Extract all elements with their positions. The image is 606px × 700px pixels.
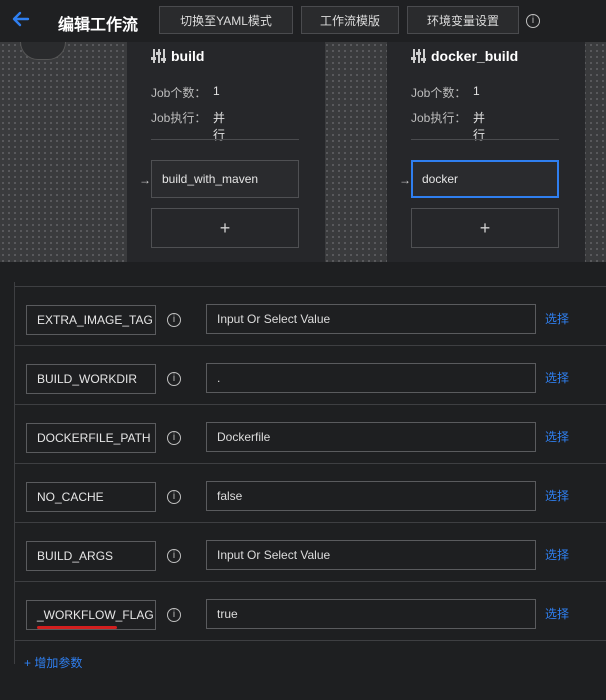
job-card-docker-build[interactable]: docker_build Job个数： 1 Job执行： 并行 → docker +: [387, 42, 585, 262]
param-name-field[interactable]: DOCKERFILE_PATH: [26, 423, 156, 453]
info-icon[interactable]: i: [167, 313, 181, 327]
select-link[interactable]: 选择: [545, 310, 569, 327]
param-value-input[interactable]: true: [206, 599, 536, 629]
job-count: Job个数： 1: [411, 84, 480, 100]
param-value-input[interactable]: Dockerfile: [206, 422, 536, 452]
param-value-input[interactable]: Input Or Select Value: [206, 304, 536, 334]
settings-sliders-icon: [411, 49, 427, 63]
job-title: build: [151, 48, 204, 64]
param-row: NO_CACHE i false 选择: [15, 463, 606, 523]
info-icon[interactable]: i: [526, 14, 540, 28]
info-icon[interactable]: i: [167, 490, 181, 504]
param-name-field[interactable]: BUILD_WORKDIR: [26, 364, 156, 394]
step-build-with-maven[interactable]: build_with_maven: [151, 160, 299, 198]
workflow-template-button[interactable]: 工作流模版: [301, 6, 399, 34]
env-vars-button[interactable]: 环境变量设置: [407, 6, 519, 34]
add-step-button[interactable]: +: [411, 208, 559, 248]
job-title: docker_build: [411, 48, 518, 64]
step-docker[interactable]: docker: [411, 160, 559, 198]
param-row-divider: [15, 640, 606, 700]
settings-sliders-icon: [151, 49, 167, 63]
param-name-field[interactable]: EXTRA_IMAGE_TAG: [26, 305, 156, 335]
param-value-input[interactable]: false: [206, 481, 536, 511]
divider: [411, 139, 559, 140]
top-bar: 编辑工作流 切换至YAML模式 工作流模版 环境变量设置 i: [0, 0, 606, 42]
job-exec: Job执行： 并行: [411, 111, 486, 142]
param-row: BUILD_ARGS i Input Or Select Value 选择: [15, 522, 606, 582]
add-step-button[interactable]: +: [151, 208, 299, 248]
job-exec: Job执行： 并行: [151, 111, 226, 142]
info-icon[interactable]: i: [167, 608, 181, 622]
switch-yaml-button[interactable]: 切换至YAML模式: [159, 6, 293, 34]
job-count: Job个数： 1: [151, 84, 220, 100]
param-name-field[interactable]: BUILD_ARGS: [26, 541, 156, 571]
arrow-right-icon: →: [139, 173, 151, 187]
params-panel: EXTRA_IMAGE_TAG i Input Or Select Value …: [14, 282, 606, 664]
info-icon[interactable]: i: [167, 549, 181, 563]
info-icon[interactable]: i: [167, 372, 181, 386]
arrow-right-icon: →: [399, 173, 411, 187]
param-row: DOCKERFILE_PATH i Dockerfile 选择: [15, 404, 606, 464]
divider: [151, 139, 299, 140]
select-link[interactable]: 选择: [545, 428, 569, 445]
back-arrow-icon[interactable]: [10, 8, 34, 32]
select-link[interactable]: 选择: [545, 605, 569, 622]
add-param-link[interactable]: + 增加参数: [24, 654, 82, 671]
job-card-build[interactable]: build Job个数： 1 Job执行： 并行 → build_with_mave…: [127, 42, 325, 262]
select-link[interactable]: 选择: [545, 487, 569, 504]
page-title: 编辑工作流: [58, 17, 139, 34]
select-link[interactable]: 选择: [545, 546, 569, 563]
param-value-input[interactable]: Input Or Select Value: [206, 540, 536, 570]
param-row: BUILD_WORKDIR i . 选择: [15, 345, 606, 405]
info-icon[interactable]: i: [167, 431, 181, 445]
param-name-field[interactable]: NO_CACHE: [26, 482, 156, 512]
param-row: _WORKFLOW_FLAG i true 选择: [15, 581, 606, 641]
error-underline: [37, 626, 117, 629]
select-link[interactable]: 选择: [545, 369, 569, 386]
param-value-input[interactable]: .: [206, 363, 536, 393]
param-row: EXTRA_IMAGE_TAG i Input Or Select Value …: [15, 286, 606, 346]
